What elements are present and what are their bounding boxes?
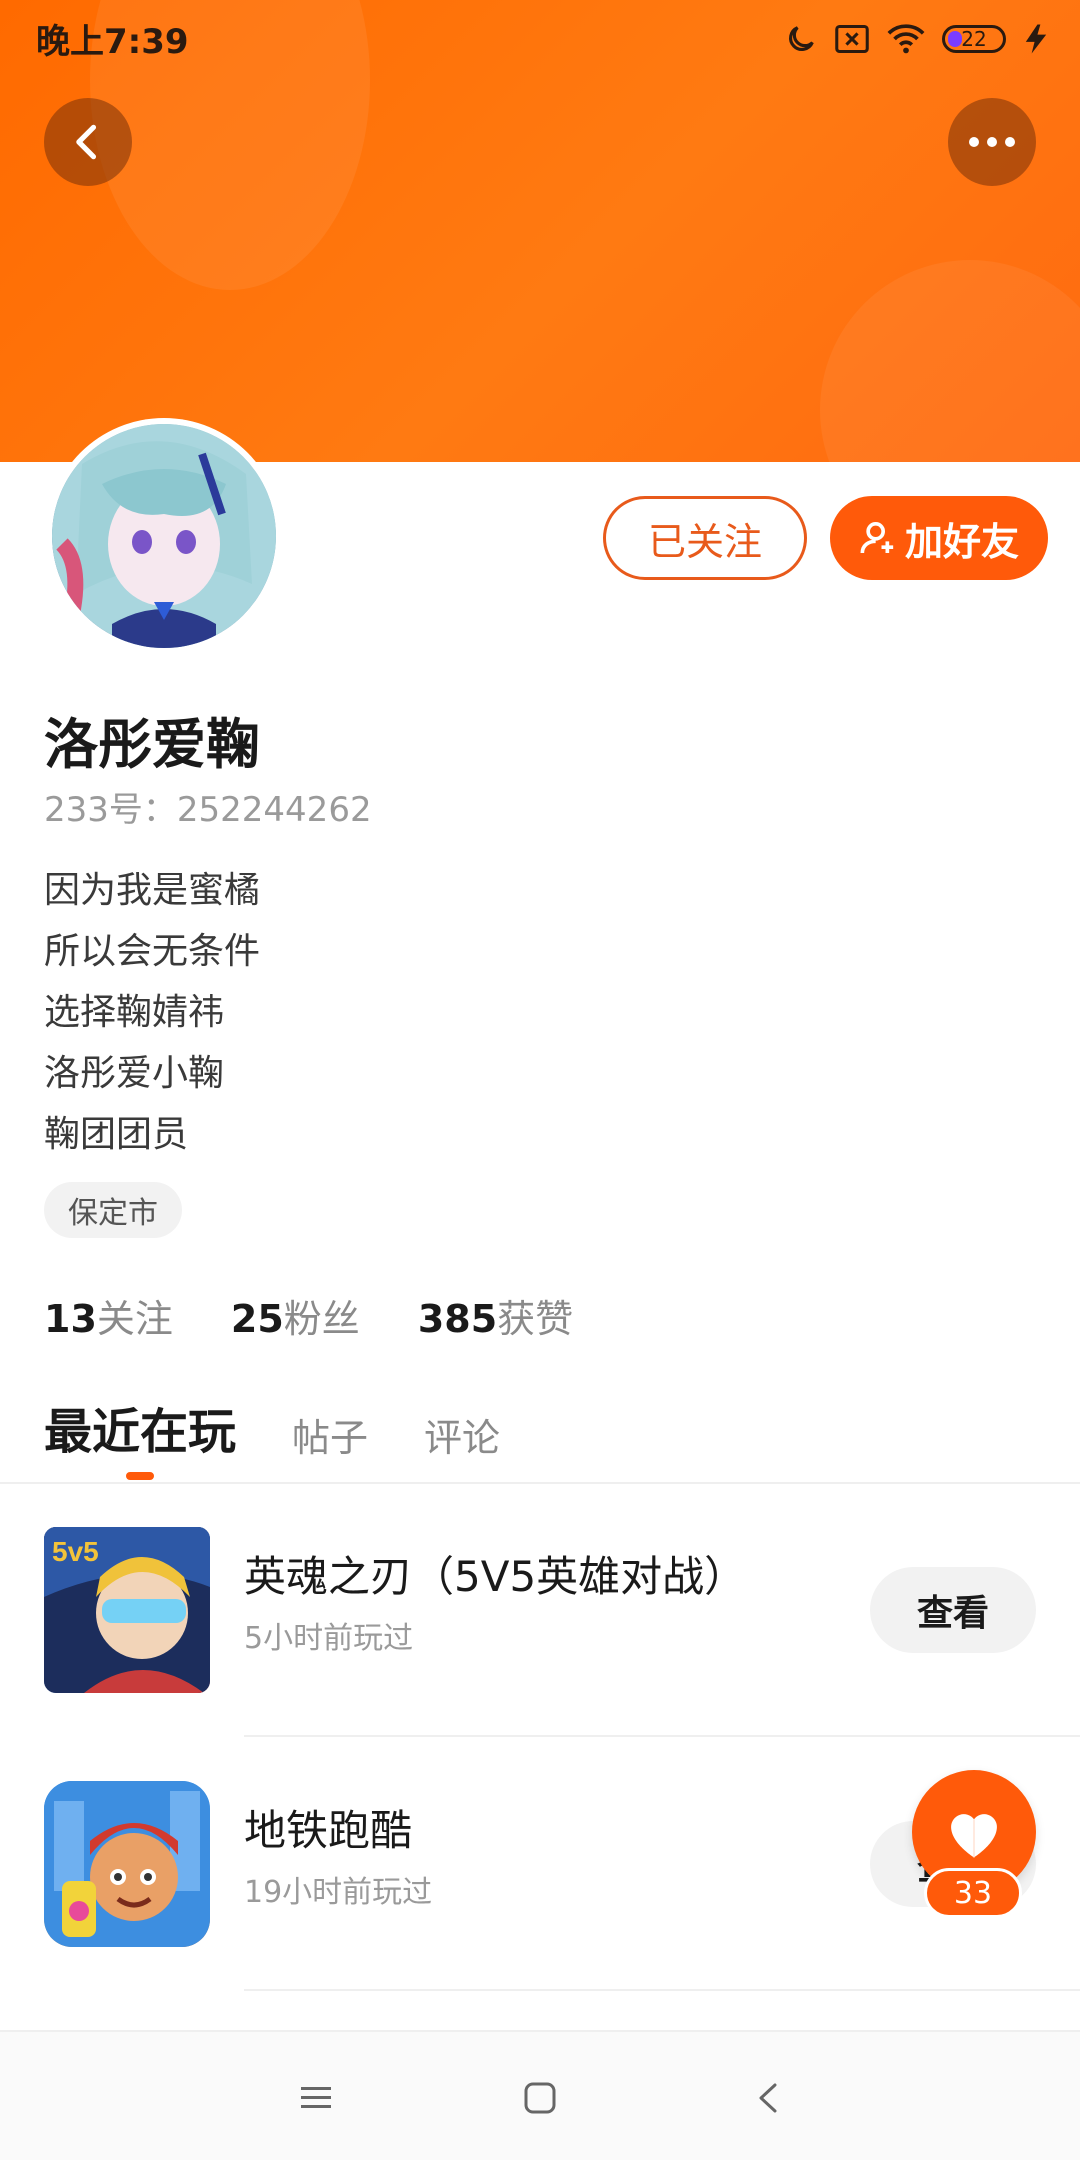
avatar[interactable] bbox=[46, 418, 282, 654]
home-button[interactable] bbox=[516, 2074, 564, 2122]
status-bar: 晚上7:39 22 bbox=[0, 0, 1080, 76]
more-horizontal-icon bbox=[969, 137, 1015, 147]
stat-fans[interactable]: 25粉丝 bbox=[231, 1288, 360, 1343]
game-title: 地铁跑酷 bbox=[244, 1806, 413, 1855]
bio-line: 因为我是蜜橘 bbox=[44, 870, 261, 911]
more-button[interactable] bbox=[948, 98, 1036, 186]
bio-line: 所以会无条件 bbox=[44, 931, 261, 972]
game-title: 英魂之刃（5V5英雄对战） bbox=[244, 1552, 747, 1601]
bio-line: 洛彤爱小鞠 bbox=[44, 1053, 225, 1094]
nav-back-button[interactable] bbox=[744, 2074, 792, 2122]
game-list-item[interactable]: 5v5 英魂之刃（5V5英雄对战） 5小时前玩过 查看 bbox=[0, 1483, 1080, 1737]
stat-likes[interactable]: 385获赞 bbox=[418, 1288, 573, 1343]
profile-stats: 13关注 25粉丝 385获赞 bbox=[44, 1288, 573, 1343]
wifi-icon bbox=[886, 23, 926, 55]
heart-icon bbox=[951, 1814, 997, 1858]
followed-button[interactable]: 已关注 bbox=[603, 496, 807, 580]
chevron-left-icon bbox=[76, 124, 97, 160]
location-tag: 保定市 bbox=[44, 1182, 182, 1238]
game-icon bbox=[44, 1781, 210, 1947]
profile-uid: 233号：252244262 bbox=[44, 790, 372, 830]
profile-banner: 晚上7:39 22 bbox=[0, 0, 1080, 462]
like-count: 33 bbox=[924, 1868, 1022, 1918]
sim-off-icon bbox=[834, 22, 870, 56]
battery-icon: 22 bbox=[942, 25, 1006, 53]
profile-name: 洛彤爱鞠 bbox=[44, 713, 260, 776]
user-plus-icon bbox=[860, 522, 894, 554]
game-last-played: 19小时前玩过 bbox=[244, 1875, 433, 1910]
tab-comments[interactable]: 评论 bbox=[424, 1407, 500, 1462]
profile-bio: 因为我是蜜橘 所以会无条件 选择鞠婧祎 洛彤爱小鞠 鞠团团员 bbox=[44, 860, 260, 1165]
tab-recent-play[interactable]: 最近在玩 bbox=[44, 1392, 236, 1462]
stat-following[interactable]: 13关注 bbox=[44, 1288, 173, 1343]
back-button[interactable] bbox=[44, 98, 132, 186]
menu-icon bbox=[301, 2087, 331, 2108]
add-friend-label: 加好友 bbox=[904, 519, 1019, 564]
tab-posts[interactable]: 帖子 bbox=[292, 1407, 368, 1462]
back-chevron-icon bbox=[759, 2083, 777, 2113]
battery-level: 22 bbox=[961, 27, 987, 51]
bio-line: 鞠团团员 bbox=[44, 1114, 189, 1155]
moon-icon bbox=[784, 22, 818, 56]
game-icon: 5v5 bbox=[44, 1527, 210, 1693]
add-friend-button[interactable]: 加好友 bbox=[830, 496, 1048, 580]
menu-button[interactable] bbox=[292, 2074, 340, 2122]
svg-text:5v5: 5v5 bbox=[52, 1536, 99, 1567]
game-last-played: 5小时前玩过 bbox=[244, 1621, 414, 1656]
game-list-item[interactable]: 地铁跑酷 19小时前玩过 查看 bbox=[0, 1737, 1080, 1991]
charging-icon bbox=[1022, 23, 1050, 55]
bio-line: 选择鞠婧祎 bbox=[44, 992, 225, 1033]
home-square-icon bbox=[524, 2082, 556, 2114]
status-time: 晚上7:39 bbox=[36, 22, 189, 62]
view-game-button[interactable]: 查看 bbox=[870, 1567, 1036, 1653]
profile-page: 晚上7:39 22 已关注 加好友 洛彤爱鞠 233号：252244262 因为… bbox=[0, 0, 1080, 2160]
system-nav-bar bbox=[0, 2030, 1080, 2160]
profile-tabs: 最近在玩 帖子 评论 bbox=[44, 1392, 500, 1462]
tab-indicator bbox=[126, 1472, 154, 1480]
